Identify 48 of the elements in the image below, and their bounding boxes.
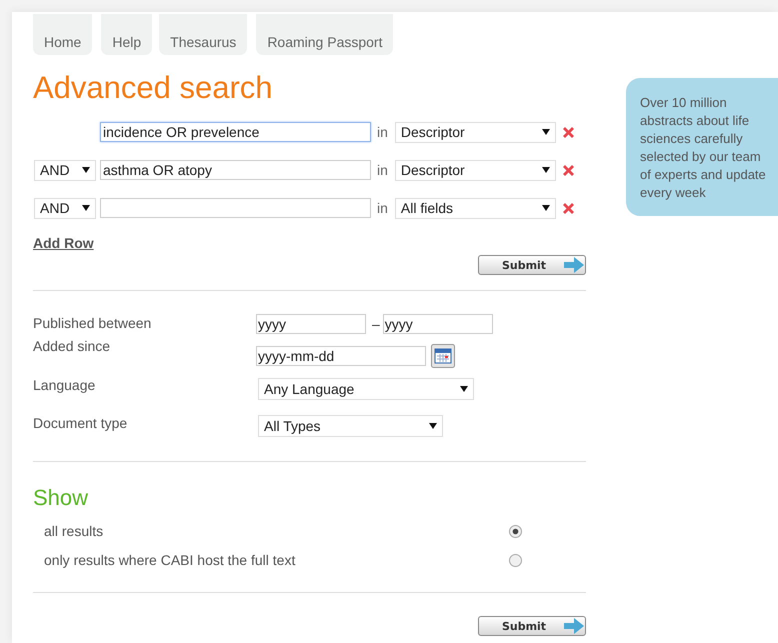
option-label: all results <box>44 523 104 539</box>
caret-icon <box>460 385 468 393</box>
calendar-icon[interactable] <box>431 344 455 368</box>
add-row-link[interactable]: Add Row <box>33 235 94 251</box>
caret-icon <box>542 204 550 212</box>
year-from-field[interactable]: yyyy <box>256 314 366 334</box>
year-to-field[interactable]: yyyy <box>382 314 493 334</box>
radio-button[interactable] <box>509 524 522 538</box>
nav-tab[interactable]: Roaming Passport <box>256 14 394 55</box>
field-dropdown[interactable]: Descriptor <box>394 122 556 142</box>
date-field[interactable]: yyyy-mm-dd <box>256 346 426 366</box>
option-label: only results where CABI host the full text <box>44 552 296 568</box>
nav-tab[interactable]: Help <box>101 14 152 55</box>
range-dash: – <box>372 316 380 332</box>
in-label: in <box>377 162 388 178</box>
document-type-dropdown[interactable]: All Types <box>258 415 443 437</box>
caret-icon <box>82 166 90 174</box>
field-label: Added since <box>33 337 112 356</box>
field-dropdown[interactable]: All fields <box>394 198 556 218</box>
search-term-field[interactable]: asthma OR atopy <box>100 160 371 180</box>
submit-button[interactable]: Submit <box>478 255 586 275</box>
search-term-field[interactable]: incidence OR prevelence <box>100 122 371 142</box>
search-term-field[interactable] <box>100 198 371 218</box>
arrow-icon <box>564 257 584 273</box>
caret-icon <box>429 422 437 430</box>
field-label: Document type <box>33 414 128 433</box>
operator-dropdown[interactable]: AND <box>34 198 96 218</box>
language-dropdown[interactable]: Any Language <box>258 378 474 400</box>
in-label: in <box>377 200 388 216</box>
nav-tab[interactable]: Thesaurus <box>159 14 248 55</box>
remove-icon[interactable] <box>560 124 576 140</box>
field-label: Language <box>33 376 96 395</box>
section-heading: Show <box>33 485 90 511</box>
submit-button[interactable]: Submit <box>478 616 586 636</box>
nav-tab[interactable]: Home <box>33 14 92 55</box>
operator-dropdown[interactable]: AND <box>34 160 96 180</box>
radio-button[interactable] <box>509 554 522 566</box>
arrow-icon <box>564 618 584 634</box>
field-label: Published between <box>33 314 152 333</box>
page-title: Advanced search <box>33 70 274 106</box>
in-label: in <box>377 124 388 140</box>
caret-icon <box>82 204 90 212</box>
info-box: Over 10 million abstracts about life sciences carefully selected by our team of experts and update every week <box>626 78 778 216</box>
remove-icon[interactable] <box>560 162 576 178</box>
caret-icon <box>542 166 550 174</box>
field-dropdown[interactable]: Descriptor <box>394 160 556 180</box>
remove-icon[interactable] <box>560 200 576 216</box>
caret-icon <box>542 128 550 136</box>
